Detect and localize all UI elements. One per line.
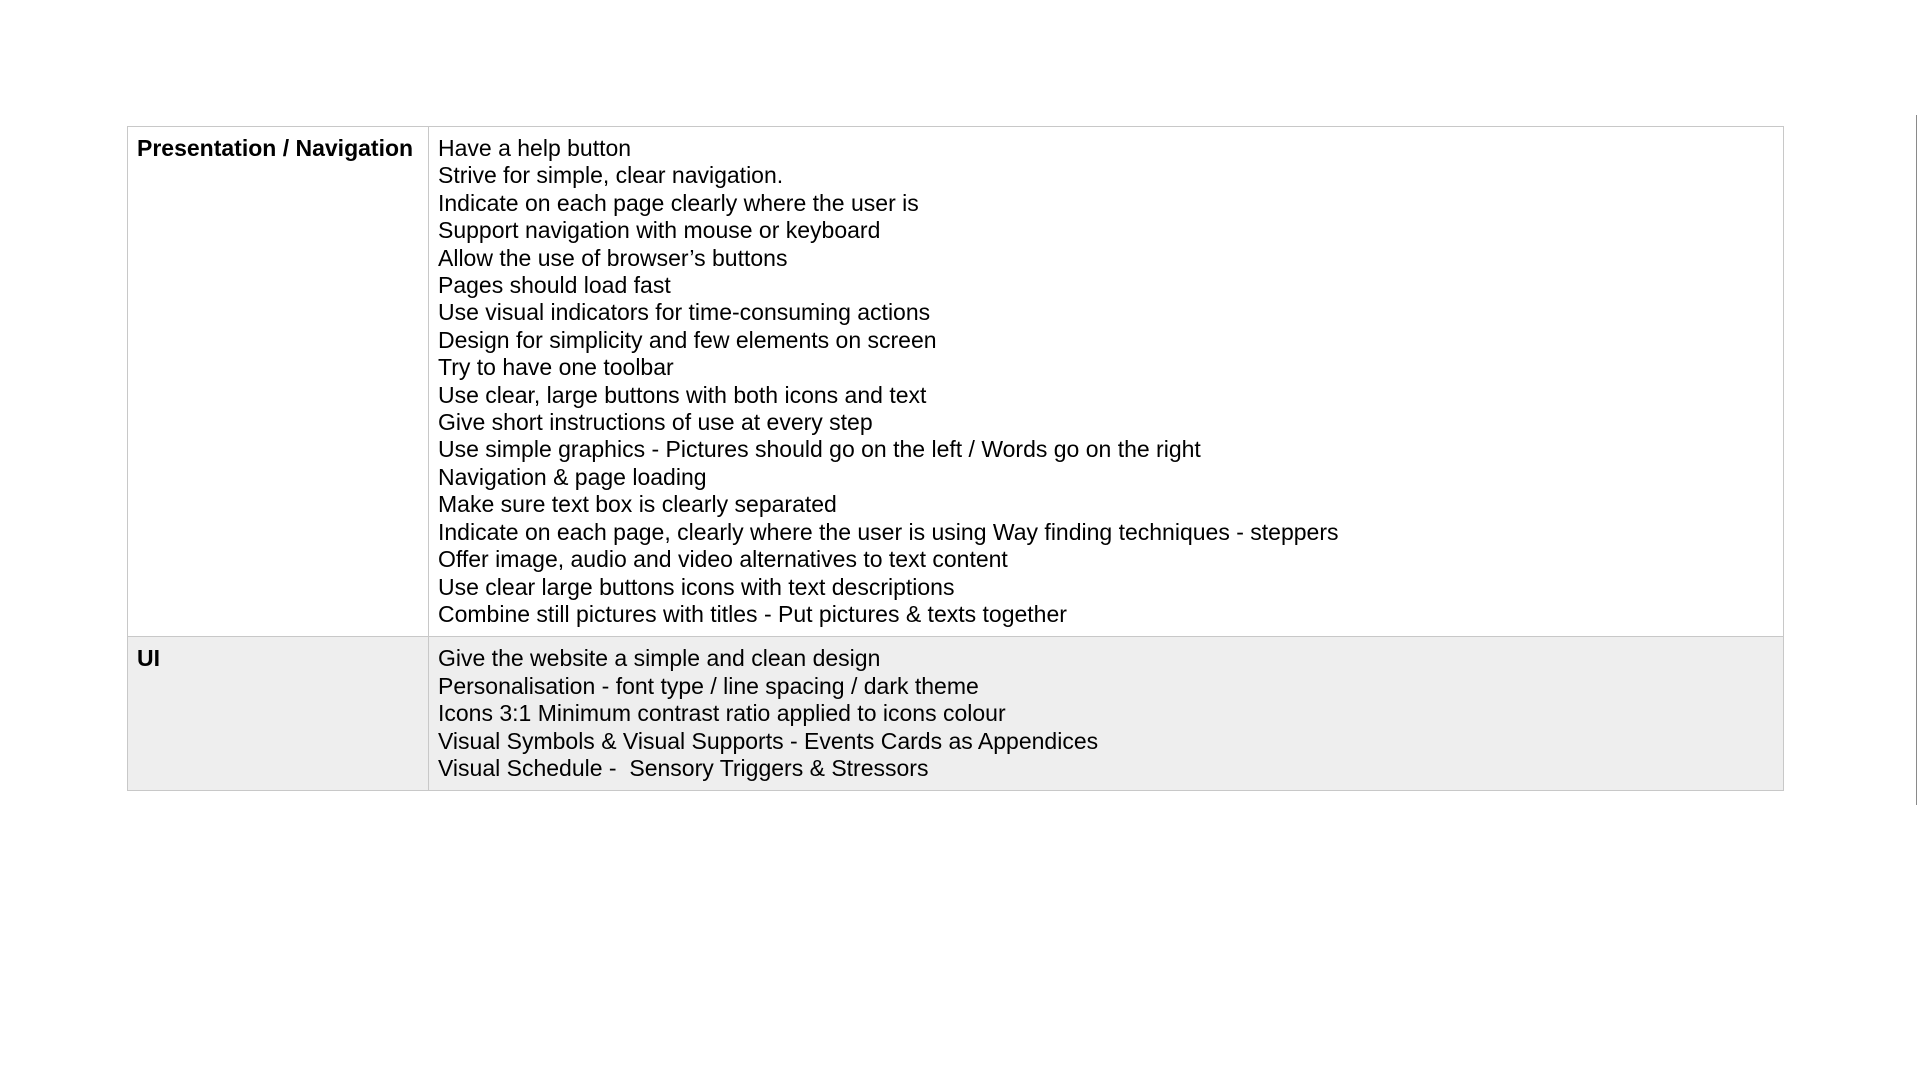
list-item: Design for simplicity and few elements o… [438,326,937,353]
category-label: Presentation / Navigation [137,135,414,161]
list-item: Allow the use of browser’s buttons [438,244,788,271]
list-item: Visual Symbols & Visual Supports - Event… [438,727,1099,754]
list-item: Support navigation with mouse or keyboar… [438,217,881,244]
category-label: UI [137,645,160,672]
scrollbar-thumb[interactable] [1916,115,1917,805]
list-item: Visual Schedule - Sensory Triggers & Str… [438,754,929,781]
list-item: Indicate on each page, clearly where the… [438,518,1339,545]
document-page: Presentation / Navigation Have a help bu… [0,0,1920,1080]
list-item: Give short instructions of use at every … [438,409,873,436]
items-cell: Have a help button Strive for simple, cl… [428,125,1784,638]
table-row: UI Give the website a simple and clean d… [127,636,1784,792]
table-row: Presentation / Navigation Have a help bu… [127,125,1784,638]
list-item: Try to have one toolbar [438,354,674,381]
list-item: Use clear, large buttons with both icons… [438,381,927,408]
list-item: Combine still pictures with titles - Put… [438,600,1067,627]
list-item: Give the website a simple and clean desi… [438,645,881,672]
list-item: Pages should load fast [438,272,671,299]
category-cell: UI [127,636,429,792]
list-item: Indicate on each page clearly where the … [438,189,919,216]
list-item: Use simple graphics - Pictures should go… [438,436,1201,463]
list-item: Use clear large buttons icons with text … [438,573,955,600]
guidelines-table: Presentation / Navigation Have a help bu… [127,125,1784,792]
list-item: Icons 3:1 Minimum contrast ratio applied… [438,700,1006,727]
list-item: Strive for simple, clear navigation. [438,162,784,189]
list-item: Have a help button [438,135,632,161]
vertical-scrollbar[interactable] [1909,0,1920,1080]
items-cell: Give the website a simple and clean desi… [428,636,1784,792]
list-item: Make sure text box is clearly separated [438,491,837,518]
list-item: Personalisation - font type / line spaci… [438,672,979,699]
list-item: Navigation & page loading [438,463,707,490]
list-item: Offer image, audio and video alternative… [438,546,1008,573]
list-item: Use visual indicators for time-consuming… [438,299,931,326]
category-cell: Presentation / Navigation [127,125,429,638]
